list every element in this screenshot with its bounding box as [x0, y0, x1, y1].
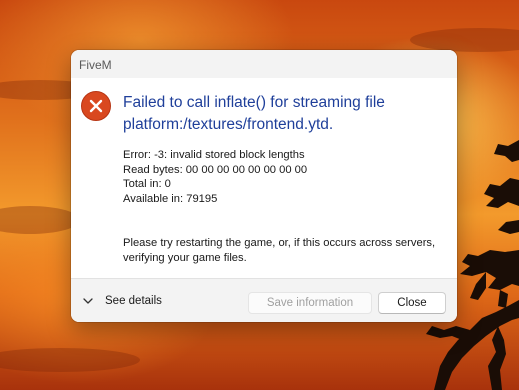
window-title: FiveM [79, 58, 112, 72]
chevron-down-icon [83, 298, 93, 304]
see-details-toggle[interactable]: See details [81, 291, 162, 311]
error-icon [81, 91, 111, 121]
error-dialog: FiveM Failed to call inflate() for strea… [71, 50, 457, 322]
error-detail-line: Available in: 79195 [123, 192, 218, 205]
dialog-body: Failed to call inflate() for streaming f… [71, 78, 457, 278]
error-details: Error: -3: invalid stored block lengths … [123, 148, 307, 206]
error-hint: Please try restarting the game, or, if t… [123, 237, 436, 264]
save-information-button[interactable]: Save information [248, 292, 372, 314]
error-heading: Failed to call inflate() for streaming f… [123, 94, 385, 133]
see-details-label: See details [105, 295, 162, 307]
error-detail-line: Total in: 0 [123, 178, 171, 190]
title-bar[interactable]: FiveM [71, 50, 457, 78]
dialog-footer: See details Save information Close [71, 278, 457, 322]
close-button[interactable]: Close [378, 292, 446, 314]
error-detail-line: Error: -3: invalid stored block lengths [123, 149, 305, 161]
error-detail-line: Read bytes: 00 00 00 00 00 00 00 00 [123, 163, 308, 176]
